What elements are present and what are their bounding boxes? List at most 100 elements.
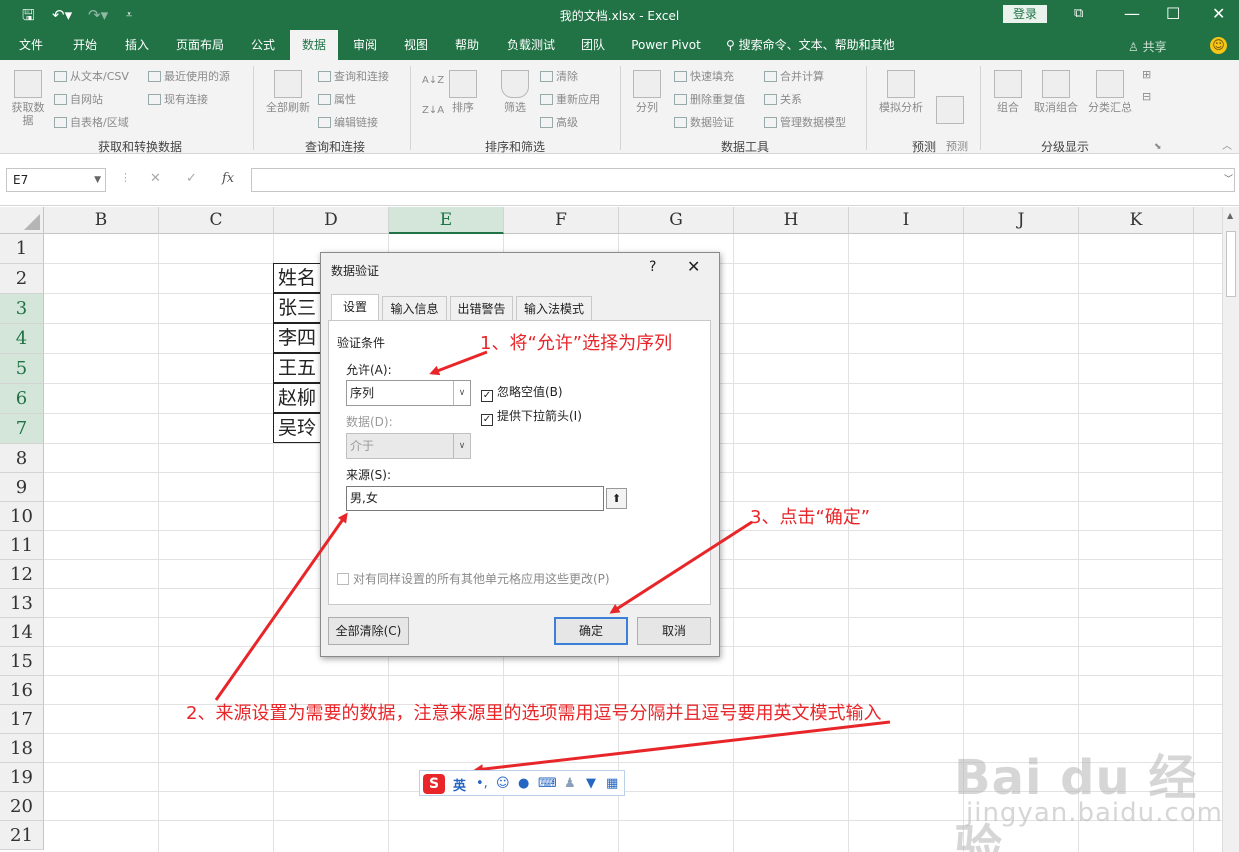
ime-mode-english[interactable]: 英 [453, 775, 466, 794]
ungroup-button[interactable]: 取消组合 [1030, 70, 1082, 114]
ribbon-display-icon[interactable]: ⧉ [1074, 4, 1083, 24]
data-validation-button[interactable]: 数据验证 [674, 116, 734, 130]
consolidate-button[interactable]: 合并计算 [764, 70, 824, 84]
column-header-i[interactable]: I [849, 207, 964, 234]
row-header-21[interactable]: 21 [0, 821, 44, 850]
refresh-all-button[interactable]: 全部刷新 [262, 70, 314, 114]
properties-button[interactable]: 属性 [318, 93, 356, 107]
row-header-5[interactable]: 5 [0, 354, 44, 384]
sort-az-button[interactable]: A↓Z [422, 74, 444, 88]
column-header-partial[interactable] [1194, 207, 1222, 234]
row-header-6[interactable]: 6 [0, 384, 44, 414]
column-header-b[interactable]: B [44, 207, 159, 234]
row-header-15[interactable]: 15 [0, 647, 44, 676]
select-all-corner[interactable] [0, 207, 44, 234]
toolbox-grid-icon[interactable]: ▦ [606, 776, 618, 791]
column-header-k[interactable]: K [1079, 207, 1194, 234]
row-header-16[interactable]: 16 [0, 676, 44, 705]
skin-icon[interactable]: ▼ [586, 776, 596, 791]
row-header-4[interactable]: 4 [0, 324, 44, 354]
in-cell-dropdown-checkbox[interactable]: ✓ 提供下拉箭头(I) [481, 407, 582, 426]
from-text-csv-button[interactable]: 从文本/CSV [54, 70, 129, 84]
sogou-logo-icon[interactable]: S [423, 774, 445, 794]
filter-button[interactable]: 筛选 [498, 70, 532, 114]
edit-links-button[interactable]: 编辑链接 [318, 116, 378, 130]
tab-team[interactable]: 团队 [570, 30, 616, 60]
row-header-10[interactable]: 10 [0, 502, 44, 531]
punctuation-icon[interactable]: •, [476, 776, 488, 791]
clear-filter-button[interactable]: 清除 [540, 70, 578, 84]
feedback-smile-icon[interactable]: ☺ [1210, 37, 1227, 54]
get-data-button[interactable]: 获取数据 [8, 70, 48, 127]
column-header-e[interactable]: E [389, 207, 504, 234]
clear-all-button[interactable]: 全部清除(C) [328, 617, 409, 645]
row-header-11[interactable]: 11 [0, 531, 44, 560]
tab-ime-mode[interactable]: 输入法模式 [516, 296, 592, 321]
share-button[interactable]: ♙ 共享 [1128, 38, 1167, 55]
apply-all-checkbox[interactable]: 对有同样设置的所有其他单元格应用这些更改(P) [337, 570, 610, 587]
hide-detail-icon[interactable]: ⊟ [1142, 90, 1151, 104]
row-header-19[interactable]: 19 [0, 763, 44, 792]
cell-d3[interactable]: 张三 [273, 293, 323, 323]
row-header-8[interactable]: 8 [0, 444, 44, 473]
tab-error-alert[interactable]: 出错警告 [450, 296, 513, 321]
row-header-12[interactable]: 12 [0, 560, 44, 589]
microphone-icon[interactable]: ● [518, 776, 529, 791]
keyboard-icon[interactable]: ⌨ [538, 776, 557, 791]
scrollbar-thumb[interactable] [1226, 231, 1236, 297]
text-to-columns-button[interactable]: 分列 [630, 70, 664, 114]
tab-file[interactable]: 文件 [8, 30, 54, 60]
cancel-button[interactable]: 取消 [637, 617, 711, 645]
tab-settings[interactable]: 设置 [331, 294, 379, 321]
tell-me-search[interactable]: ⚲ 搜索命令、文本、帮助和其他 [726, 30, 916, 60]
column-header-c[interactable]: C [159, 207, 274, 234]
row-header-2[interactable]: 2 [0, 264, 44, 294]
dialog-close-icon[interactable]: ✕ [687, 257, 700, 276]
remove-duplicates-button[interactable]: 删除重复值 [674, 93, 745, 107]
insert-function-icon[interactable]: fx [222, 171, 234, 186]
column-header-j[interactable]: J [964, 207, 1079, 234]
collapse-ribbon-icon[interactable]: ︿ [1222, 140, 1232, 154]
row-header-20[interactable]: 20 [0, 792, 44, 821]
allow-select[interactable]: 序列 ∨ [346, 380, 471, 406]
sort-button[interactable]: 排序 [446, 70, 480, 114]
tab-input-message[interactable]: 输入信息 [382, 296, 447, 321]
emoji-icon[interactable]: ☺ [496, 776, 510, 791]
group-button[interactable]: 组合 [990, 70, 1026, 114]
chevron-down-icon[interactable]: ∨ [453, 381, 470, 405]
maximize-button[interactable]: ☐ [1166, 4, 1180, 24]
chevron-down-icon[interactable]: ▼ [94, 169, 101, 191]
what-if-analysis-button[interactable]: 模拟分析 [874, 70, 928, 114]
row-header-13[interactable]: 13 [0, 589, 44, 618]
cell-d7[interactable]: 吴玲 [273, 413, 323, 443]
scroll-up-icon[interactable]: ▲ [1227, 211, 1233, 220]
tab-help[interactable]: 帮助 [444, 30, 490, 60]
relationships-button[interactable]: 关系 [764, 93, 802, 107]
row-header-1[interactable]: 1 [0, 234, 44, 264]
tab-load-test[interactable]: 负载测试 [500, 30, 562, 60]
row-header-18[interactable]: 18 [0, 734, 44, 763]
recent-sources-button[interactable]: 最近使用的源 [148, 70, 230, 84]
cell-d4[interactable]: 李四 [273, 323, 323, 353]
subtotal-button[interactable]: 分类汇总 [1084, 70, 1136, 114]
source-input[interactable]: 男,女 ⬆ [346, 486, 627, 511]
range-picker-icon[interactable]: ⬆ [606, 488, 627, 509]
formula-input[interactable] [251, 168, 1235, 192]
cancel-icon[interactable]: ✕ [150, 171, 161, 186]
cell-d2[interactable]: 姓名 [273, 263, 323, 293]
existing-connections-button[interactable]: 现有连接 [148, 93, 208, 107]
tab-view[interactable]: 视图 [393, 30, 439, 60]
column-header-d[interactable]: D [274, 207, 389, 234]
row-header-14[interactable]: 14 [0, 618, 44, 647]
help-icon[interactable]: ? [649, 259, 656, 275]
advanced-filter-button[interactable]: 高级 [540, 116, 578, 130]
from-table-button[interactable]: 自表格/区域 [54, 116, 129, 130]
manage-data-model-button[interactable]: 管理数据模型 [764, 116, 846, 130]
row-header-7[interactable]: 7 [0, 414, 44, 444]
column-header-h[interactable]: H [734, 207, 849, 234]
row-header-3[interactable]: 3 [0, 294, 44, 324]
minimize-button[interactable]: — [1124, 4, 1140, 24]
tab-insert[interactable]: 插入 [114, 30, 160, 60]
flash-fill-button[interactable]: 快速填充 [674, 70, 734, 84]
cell-d6[interactable]: 赵柳 [273, 383, 323, 413]
